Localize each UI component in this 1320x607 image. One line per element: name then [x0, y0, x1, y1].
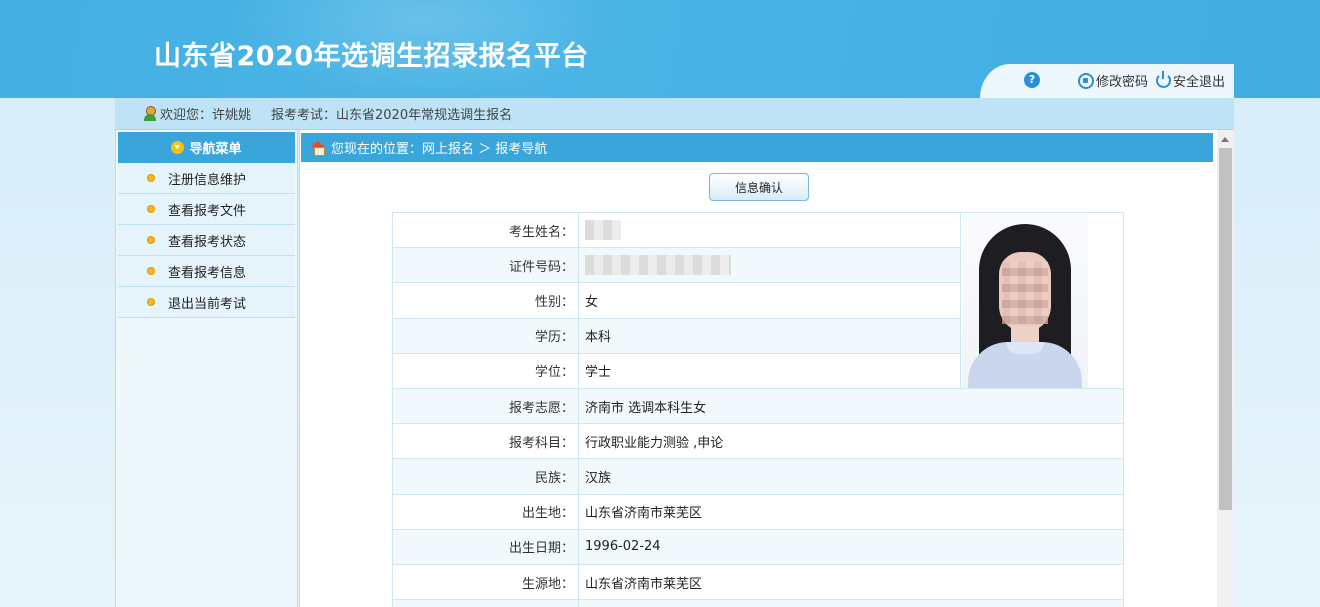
field-label: 证件号码： — [392, 247, 579, 284]
field-label: 性别： — [392, 282, 579, 319]
field-value: 汉族 — [578, 458, 1124, 495]
field-label: 民族： — [392, 458, 579, 495]
bullet-icon — [148, 299, 154, 305]
blurred-value — [585, 220, 621, 241]
blurred-value — [585, 255, 731, 276]
current-exam: 报考考试：山东省2020年常规选调生报名 — [271, 108, 513, 123]
table-row: 出生日期： 1996-02-24 — [392, 528, 1124, 565]
sidebar-item-exam-files[interactable]: 查看报考文件 — [118, 194, 295, 225]
sidebar-item-exit-exam[interactable]: 退出当前考试 — [118, 287, 295, 318]
breadcrumb: 您现在的位置：网上报名 ＞ 报考导航 — [301, 133, 1213, 162]
field-label: 出生日期： — [392, 528, 579, 565]
page-header: 山东省2020年选调生招录报名平台 ? 修改密码 安全退出 — [0, 0, 1320, 98]
vertical-scrollbar[interactable] — [1217, 130, 1234, 607]
sidebar-item-label: 注册信息维护 — [168, 172, 247, 188]
bullet-icon — [148, 206, 154, 212]
scroll-up-icon[interactable] — [1221, 137, 1229, 142]
sidebar-item-label: 退出当前考试 — [168, 296, 247, 312]
bullet-icon — [148, 268, 154, 274]
change-password-label: 修改密码 — [1096, 75, 1149, 90]
field-label: 学位： — [392, 352, 579, 390]
welcome-bar: 欢迎您：许姚姚 报考考试：山东省2020年常规选调生报名 — [115, 98, 1234, 130]
power-icon — [1156, 71, 1171, 88]
home-icon — [311, 141, 326, 156]
field-value: 山东省济南市莱芜区 — [578, 493, 1124, 530]
field-value: 山东省济南市莱芜区 — [578, 563, 1124, 601]
breadcrumb-text: 您现在的位置：网上报名 ＞ 报考导航 — [331, 142, 548, 157]
user-icon — [143, 106, 157, 121]
sidebar-item-label: 查看报考信息 — [168, 265, 247, 281]
field-label: 报考科目： — [392, 423, 579, 460]
field-label: 考生姓名： — [392, 211, 579, 249]
chevron-down-icon — [171, 141, 185, 154]
field-label: 学历： — [392, 317, 579, 354]
change-password-link[interactable]: 修改密码 — [1078, 71, 1148, 90]
field-value: 女 — [578, 282, 961, 319]
welcome-text: 欢迎您：许姚姚 — [160, 108, 252, 123]
site-title: 山东省2020年选调生招录报名平台 — [154, 41, 589, 72]
logout-link[interactable]: 安全退出 — [1156, 71, 1225, 90]
sidebar-item-label: 查看报考状态 — [168, 234, 247, 250]
table-row: 报考志愿： 济南市 选调本科生女 — [392, 387, 1124, 425]
logout-label: 安全退出 — [1173, 75, 1226, 90]
field-label: 报考志愿： — [392, 387, 579, 425]
field-value: 行政职业能力测验 ,申论 — [578, 423, 1124, 460]
photo-cell — [960, 212, 1124, 389]
field-value-id — [578, 247, 961, 284]
table-row — [392, 599, 1124, 607]
table-row: 民族： 汉族 — [392, 458, 1124, 495]
help-icon[interactable]: ? — [1024, 72, 1040, 88]
sidebar-item-exam-info[interactable]: 查看报考信息 — [118, 256, 295, 287]
table-row: 出生地： 山东省济南市莱芜区 — [392, 493, 1124, 530]
field-value: 学士 — [578, 352, 961, 390]
field-label: 生源地： — [392, 563, 579, 601]
main-content: 您现在的位置：网上报名 ＞ 报考导航 信息确认 考生姓名： 证件号码： 性别： … — [299, 130, 1234, 607]
field-value: 本科 — [578, 317, 961, 354]
field-value: 济南市 选调本科生女 — [578, 387, 1124, 425]
confirm-info-button[interactable]: 信息确认 — [709, 173, 809, 201]
candidate-photo — [962, 214, 1088, 388]
field-value-name — [578, 211, 961, 249]
table-row: 报考科目： 行政职业能力测验 ,申论 — [392, 423, 1124, 460]
scrollbar-thumb[interactable] — [1219, 148, 1232, 510]
nav-menu-header: 导航菜单 — [118, 132, 295, 163]
bullet-icon — [148, 175, 154, 181]
table-row: 生源地： 山东省济南市莱芜区 — [392, 563, 1124, 601]
bullet-icon — [148, 237, 154, 243]
sidebar-item-register-info[interactable]: 注册信息维护 — [118, 163, 295, 194]
table-row: 考生姓名： — [392, 211, 1124, 389]
lock-icon — [1078, 72, 1094, 89]
field-label: 出生地： — [392, 493, 579, 530]
sidebar: 导航菜单 注册信息维护 查看报考文件 查看报考状态 查看报考信息 退出当前考试 — [115, 130, 298, 607]
sidebar-item-label: 查看报考文件 — [168, 203, 247, 219]
header-toolbar: ? 修改密码 安全退出 — [980, 64, 1234, 98]
field-value: 1996-02-24 — [578, 528, 1124, 565]
candidate-info-table: 考生姓名： 证件号码： 性别： 女 学历： 本科 学位： 学士 报考志愿： 济南… — [392, 211, 1124, 607]
sidebar-item-exam-status[interactable]: 查看报考状态 — [118, 225, 295, 256]
nav-menu-title: 导航菜单 — [189, 142, 242, 157]
